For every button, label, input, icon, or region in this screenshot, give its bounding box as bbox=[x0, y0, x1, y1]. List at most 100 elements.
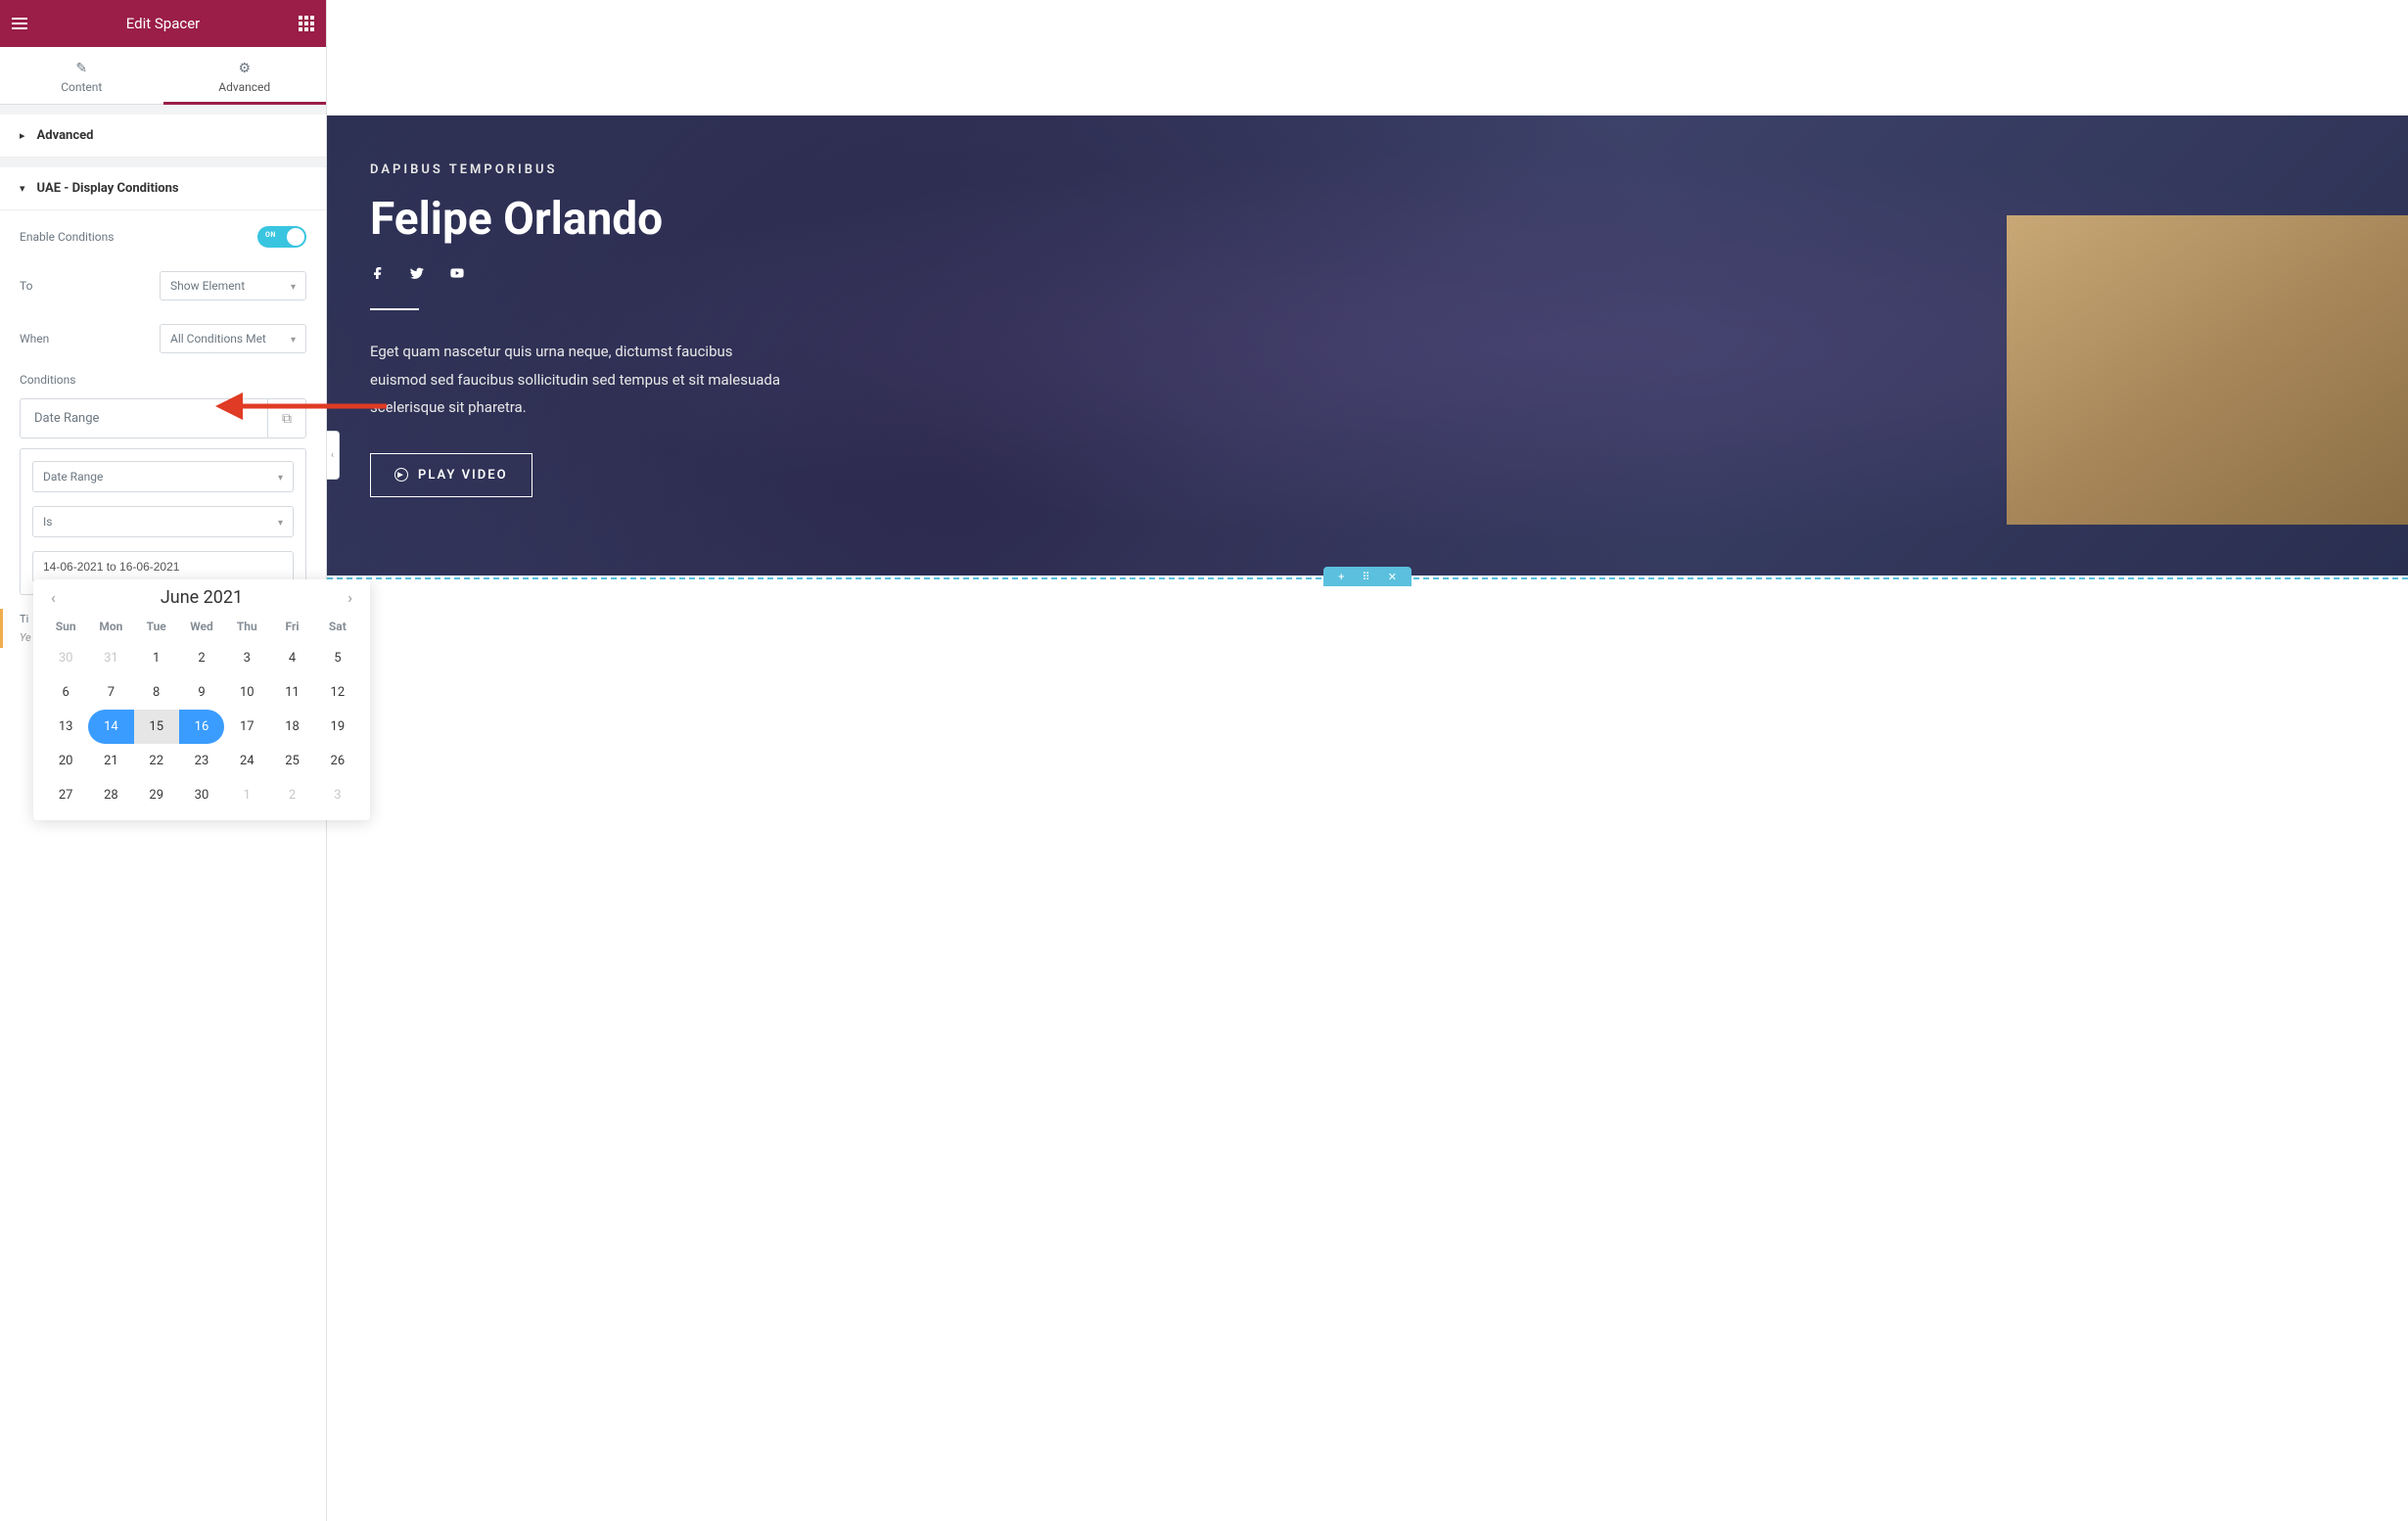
section-divider[interactable]: + ⠿ ✕ bbox=[327, 577, 2408, 583]
calendar-dow: Sun bbox=[43, 612, 88, 641]
calendar-day[interactable]: 22 bbox=[134, 744, 179, 778]
play-video-button[interactable]: ▶ PLAY VIDEO bbox=[370, 453, 533, 497]
hero-description[interactable]: Eget quam nascetur quis urna neque, dict… bbox=[370, 338, 781, 422]
calendar-day[interactable]: 18 bbox=[269, 710, 314, 744]
condition-type-select[interactable]: Date Range bbox=[32, 461, 294, 492]
calendar-day[interactable]: 19 bbox=[315, 710, 360, 744]
calendar-day[interactable]: 11 bbox=[269, 675, 314, 710]
calendar-day[interactable]: 16 bbox=[179, 710, 224, 744]
calendar-day[interactable]: 5 bbox=[315, 641, 360, 675]
editor-sidebar: Edit Spacer ✎ Content ⚙ Advanced Advance… bbox=[0, 0, 327, 1521]
tab-advanced[interactable]: ⚙ Advanced bbox=[163, 47, 327, 104]
calendar-day[interactable]: 10 bbox=[224, 675, 269, 710]
panel-title: Edit Spacer bbox=[126, 15, 201, 32]
toggle-state: ON bbox=[265, 231, 276, 239]
calendar-day[interactable]: 23 bbox=[179, 744, 224, 778]
calendar-day[interactable]: 26 bbox=[315, 744, 360, 778]
condition-item-header[interactable]: Date Range ⧉ bbox=[20, 398, 306, 438]
when-label: When bbox=[20, 332, 49, 346]
next-month-button[interactable]: › bbox=[347, 588, 352, 607]
calendar-day[interactable]: 4 bbox=[269, 641, 314, 675]
calendar-day[interactable]: 9 bbox=[179, 675, 224, 710]
calendar-month: June 2021 bbox=[161, 587, 243, 608]
chevron-down-icon bbox=[291, 279, 296, 293]
calendar-day[interactable]: 17 bbox=[224, 710, 269, 744]
calendar-day[interactable]: 30 bbox=[43, 641, 88, 675]
menu-icon[interactable] bbox=[12, 18, 27, 29]
calendar-day[interactable]: 30 bbox=[179, 778, 224, 812]
condition-operator-value: Is bbox=[43, 515, 52, 529]
hero-preheading[interactable]: DAPIBUS TEMPORIBUS bbox=[370, 162, 891, 177]
calendar-day[interactable]: 29 bbox=[134, 778, 179, 812]
facebook-icon[interactable] bbox=[370, 265, 386, 285]
calendar-day[interactable]: 13 bbox=[43, 710, 88, 744]
caret-right-icon bbox=[20, 129, 25, 142]
tab-content[interactable]: ✎ Content bbox=[0, 47, 163, 104]
calendar-day[interactable]: 2 bbox=[179, 641, 224, 675]
date-range-input[interactable] bbox=[32, 551, 294, 582]
calendar-day[interactable]: 1 bbox=[224, 778, 269, 812]
close-section-icon[interactable]: ✕ bbox=[1388, 571, 1397, 583]
condition-title: Date Range bbox=[20, 398, 267, 438]
tab-label: Content bbox=[61, 80, 102, 94]
calendar-days-grid: 3031123456789101112131415161718192021222… bbox=[43, 641, 360, 812]
section-advanced[interactable]: Advanced bbox=[0, 115, 326, 158]
pencil-icon: ✎ bbox=[0, 61, 163, 76]
calendar-day[interactable]: 6 bbox=[43, 675, 88, 710]
calendar-day[interactable]: 7 bbox=[88, 675, 133, 710]
collapse-sidebar-button[interactable]: ‹ bbox=[327, 431, 340, 480]
hero-heading[interactable]: Felipe Orlando bbox=[370, 193, 891, 246]
sidebar-header: Edit Spacer bbox=[0, 0, 326, 47]
calendar-day[interactable]: 14 bbox=[88, 710, 133, 744]
section-title: Advanced bbox=[37, 128, 94, 143]
calendar-dow: Thu bbox=[224, 612, 269, 641]
condition-operator-select[interactable]: Is bbox=[32, 506, 294, 537]
calendar-day[interactable]: 24 bbox=[224, 744, 269, 778]
condition-body: Date Range Is bbox=[20, 448, 306, 595]
calendar-dow-row: SunMonTueWedThuFriSat bbox=[43, 612, 360, 641]
hero-social bbox=[370, 265, 891, 285]
to-value: Show Element bbox=[170, 279, 245, 293]
enable-conditions-label: Enable Conditions bbox=[20, 230, 114, 244]
preview-canvas: ‹ DAPIBUS TEMPORIBUS Felipe Orlando Eget… bbox=[327, 0, 2408, 1521]
twitter-icon[interactable] bbox=[409, 265, 425, 285]
calendar-day[interactable]: 15 bbox=[134, 710, 179, 744]
calendar-day[interactable]: 28 bbox=[88, 778, 133, 812]
enable-conditions-toggle[interactable]: ON bbox=[257, 226, 306, 248]
to-label: To bbox=[20, 279, 32, 293]
conditions-panel: Enable Conditions ON To Show Element Whe… bbox=[0, 210, 326, 605]
chevron-down-icon bbox=[291, 332, 296, 346]
calendar-day[interactable]: 3 bbox=[315, 778, 360, 812]
calendar-day[interactable]: 25 bbox=[269, 744, 314, 778]
calendar-day[interactable]: 8 bbox=[134, 675, 179, 710]
calendar-day[interactable]: 21 bbox=[88, 744, 133, 778]
section-title: UAE - Display Conditions bbox=[37, 181, 179, 196]
duplicate-icon[interactable]: ⧉ bbox=[267, 398, 306, 438]
calendar-day[interactable]: 12 bbox=[315, 675, 360, 710]
apps-icon[interactable] bbox=[299, 16, 314, 31]
calendar-day[interactable]: 20 bbox=[43, 744, 88, 778]
hero-divider bbox=[370, 308, 419, 310]
section-controls: + ⠿ ✕ bbox=[1323, 567, 1412, 586]
hero-section[interactable]: DAPIBUS TEMPORIBUS Felipe Orlando Eget q… bbox=[327, 115, 2408, 576]
when-select[interactable]: All Conditions Met bbox=[160, 324, 306, 353]
calendar-day[interactable]: 1 bbox=[134, 641, 179, 675]
section-display-conditions[interactable]: UAE - Display Conditions bbox=[0, 167, 326, 210]
add-section-icon[interactable]: + bbox=[1338, 571, 1344, 583]
condition-type-value: Date Range bbox=[43, 470, 103, 484]
calendar-day[interactable]: 27 bbox=[43, 778, 88, 812]
edit-section-icon[interactable]: ⠿ bbox=[1362, 571, 1369, 583]
calendar-day[interactable]: 2 bbox=[269, 778, 314, 812]
calendar-dow: Fri bbox=[269, 612, 314, 641]
play-icon: ▶ bbox=[394, 468, 408, 482]
calendar-day[interactable]: 3 bbox=[224, 641, 269, 675]
prev-month-button[interactable]: ‹ bbox=[51, 588, 56, 607]
youtube-icon[interactable] bbox=[448, 265, 466, 285]
calendar-dow: Sat bbox=[315, 612, 360, 641]
caret-down-icon bbox=[20, 182, 25, 195]
calendar-day[interactable]: 31 bbox=[88, 641, 133, 675]
when-value: All Conditions Met bbox=[170, 332, 266, 346]
tab-label: Advanced bbox=[218, 80, 270, 94]
calendar-dow: Tue bbox=[134, 612, 179, 641]
to-select[interactable]: Show Element bbox=[160, 271, 306, 300]
